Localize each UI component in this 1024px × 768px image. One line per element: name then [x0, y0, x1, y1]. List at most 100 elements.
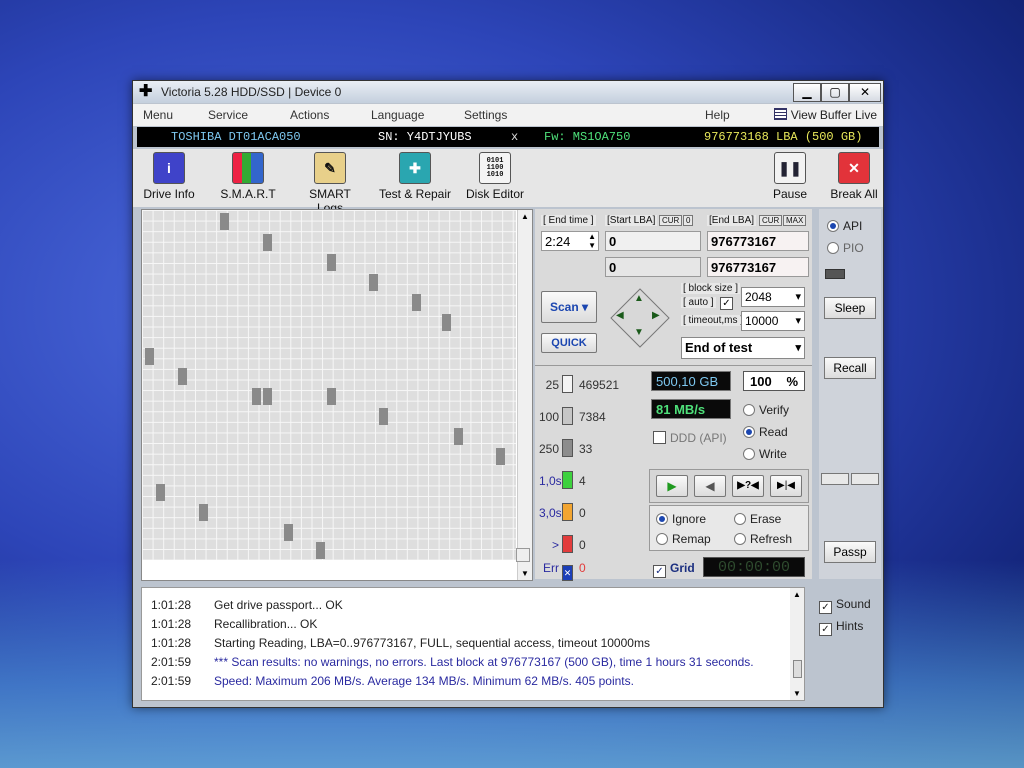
test-repair-button[interactable]: ✚ Test & Repair	[377, 152, 453, 201]
act-remap-radio[interactable]: Remap	[656, 532, 711, 546]
drive-capacity: 976773168 LBA (500 GB)	[704, 130, 863, 144]
menu-help[interactable]: Help	[705, 108, 730, 122]
close-button[interactable]: ✕	[849, 83, 881, 102]
victoria-window: ✚ Victoria 5.28 HDD/SSD | Device 0 ▁ ▢ ✕…	[132, 80, 884, 708]
log-message: Speed: Maximum 206 MB/s. Average 134 MB/…	[214, 674, 634, 688]
end-lba-field[interactable]: 976773167	[707, 231, 809, 251]
act-refresh-radio[interactable]: Refresh	[734, 532, 792, 546]
block-cell	[442, 314, 451, 331]
menu-language[interactable]: Language	[371, 108, 424, 122]
start-cur-button[interactable]: CUR	[659, 215, 683, 226]
grid-scrollbar[interactable]: ▲ ▼	[517, 210, 532, 580]
timeout-select[interactable]: 10000	[741, 311, 805, 331]
play-forward-button[interactable]: ▶	[656, 475, 688, 497]
auto-checkbox[interactable]: ✓	[720, 297, 733, 310]
title-bar[interactable]: ✚ Victoria 5.28 HDD/SSD | Device 0 ▁ ▢ ✕	[133, 81, 883, 103]
sleep-button[interactable]: Sleep	[824, 297, 876, 319]
legend-count: 0	[579, 506, 586, 520]
percent-readout: 100%	[743, 371, 805, 391]
refresh-radio-dot	[734, 533, 746, 545]
mode-read-radio[interactable]: Read	[743, 425, 788, 439]
ignore-label: Ignore	[672, 512, 707, 526]
break-all-button[interactable]: ✕ Break All	[829, 152, 879, 201]
disk-editor-button[interactable]: 0101 1100 1010 Disk Editor	[465, 152, 525, 201]
legend-label: 25	[545, 378, 559, 392]
side-small-button-2[interactable]	[851, 473, 879, 485]
current-lba-field: 0	[605, 257, 701, 277]
smart-button[interactable]: S.M.A.R.T	[215, 152, 281, 201]
legend-25ms: 25 469521	[539, 375, 619, 393]
hints-checkbox[interactable]: ✓ Hints	[819, 619, 863, 636]
app-cross-icon: ✚	[139, 83, 153, 100]
drive-info-bar: TOSHIBA DT01ACA050 SN: Y4DTJYUBS x Fw: M…	[137, 127, 879, 147]
menu-menu[interactable]: Menu	[143, 108, 173, 122]
log-scroll-down-icon[interactable]: ▼	[790, 689, 804, 698]
side-small-button-1[interactable]	[821, 473, 849, 485]
size-readout: 500,10 GB	[651, 371, 731, 391]
mode-verify-radio[interactable]: Verify	[743, 403, 789, 417]
ddd-api-checkbox[interactable]: DDD (API)	[653, 431, 727, 445]
maximize-button[interactable]: ▢	[821, 83, 849, 102]
log-scroll-up-icon[interactable]: ▲	[790, 590, 804, 599]
menu-service[interactable]: Service	[208, 108, 248, 122]
menu-actions[interactable]: Actions	[290, 108, 329, 122]
speed-readout: 81 MB/s	[651, 399, 731, 419]
quick-button[interactable]: QUICK	[541, 333, 597, 353]
end-time-field[interactable]: 2:24 ▲ ▼	[541, 231, 599, 251]
skip-unknown-icon[interactable]: ▶?◀	[732, 475, 764, 497]
arrow-left-icon[interactable]: ◀	[616, 310, 624, 321]
end-cur-button[interactable]: CUR	[759, 215, 783, 226]
api-radio[interactable]: API	[827, 219, 862, 233]
medkit-icon: ✚	[399, 152, 431, 184]
time-spinner-icon[interactable]: ▲ ▼	[588, 232, 596, 250]
start-lba-field[interactable]: 0	[605, 231, 701, 251]
legend-count: 0	[579, 538, 586, 552]
to-end-icon[interactable]: ▶|◀	[770, 475, 802, 497]
arrow-right-icon[interactable]: ▶	[652, 310, 660, 321]
pio-radio[interactable]: PIO	[827, 241, 864, 255]
write-radio-dot	[743, 448, 755, 460]
act-ignore-radio[interactable]: Ignore	[656, 512, 706, 526]
percent-value: 100	[750, 374, 772, 389]
block-cell	[412, 294, 421, 311]
end-action-select[interactable]: End of test	[681, 337, 805, 359]
timeout-label: [ timeout,ms ]	[681, 315, 746, 326]
direction-pad[interactable]: ▲ ▼ ◀ ▶	[609, 287, 670, 348]
pause-label: Pause	[772, 187, 808, 201]
scan-map-panel: ▲ ▼	[141, 209, 533, 581]
arrow-down-icon[interactable]: ▼	[634, 327, 644, 338]
drive-info-button[interactable]: i Drive Info	[141, 152, 197, 201]
play-back-button[interactable]: ◀	[694, 475, 726, 497]
scroll-up-arrow-icon[interactable]: ▲	[518, 212, 532, 221]
menu-settings[interactable]: Settings	[464, 108, 507, 122]
legend-swatch	[562, 407, 573, 425]
scan-button[interactable]: Scan ▾	[541, 291, 597, 323]
mode-write-radio[interactable]: Write	[743, 447, 787, 461]
end-max-button[interactable]: MAX	[783, 215, 807, 226]
grid-checkbox[interactable]: ✓ Grid	[653, 561, 695, 578]
block-size-select[interactable]: 2048	[741, 287, 805, 307]
legend-count: 7384	[579, 410, 606, 424]
passport-button[interactable]: Passp	[824, 541, 876, 563]
scroll-down-arrow-icon[interactable]: ▼	[518, 569, 532, 578]
verify-radio-dot	[743, 404, 755, 416]
refresh-label: Refresh	[750, 532, 793, 546]
view-buffer-link[interactable]: View Buffer Live	[773, 108, 877, 122]
recall-button[interactable]: Recall	[824, 357, 876, 379]
ignore-radio-dot	[656, 513, 668, 525]
smart-logs-button[interactable]: ✎ SMART Logs	[295, 152, 365, 215]
block-cell	[199, 504, 208, 521]
pause-button[interactable]: ❚❚ Pause	[769, 152, 811, 201]
arrow-up-icon[interactable]: ▲	[634, 293, 644, 304]
legend-label: 250	[539, 442, 560, 456]
log-scroll-thumb[interactable]	[793, 660, 802, 678]
act-erase-radio[interactable]: Erase	[734, 512, 781, 526]
sound-checkbox[interactable]: ✓ Sound	[819, 597, 871, 614]
drive-model[interactable]: TOSHIBA DT01ACA050	[171, 130, 301, 144]
log-scrollbar[interactable]: ▲ ▼	[790, 588, 804, 700]
log-panel: 1:01:28 Get drive passport... OK 1:01:28 R…	[141, 587, 805, 701]
block-cell	[252, 388, 261, 405]
start-zero-button[interactable]: 0	[683, 215, 694, 226]
toolbar: i Drive Info S.M.A.R.T ✎ SMART Logs ✚ Te…	[133, 149, 883, 215]
minimize-button[interactable]: ▁	[793, 83, 821, 102]
